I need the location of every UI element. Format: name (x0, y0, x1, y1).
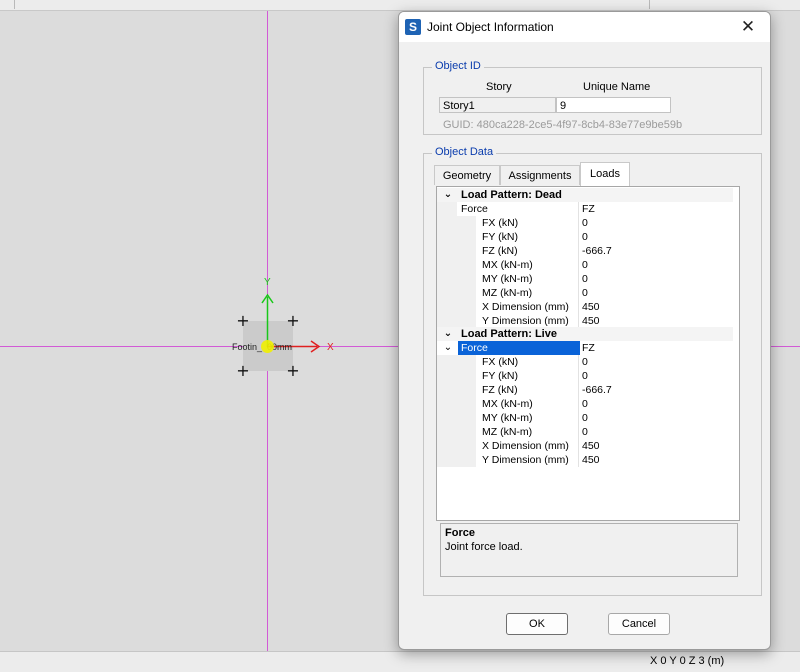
close-button[interactable]: ✕ (726, 12, 770, 42)
selected-joint-highlight[interactable] (261, 340, 274, 353)
property-row[interactable]: FZ (kN) -666.7 (437, 244, 733, 258)
coordinate-readout: X 0 Y 0 Z 3 (m) (650, 655, 725, 667)
description-text: Joint force load. (445, 541, 523, 553)
x-axis-label: X (327, 342, 334, 353)
section-header-dead[interactable]: ⌄ Load Pattern: Dead (437, 188, 733, 202)
property-row[interactable]: X Dimension (mm) 450 (437, 300, 733, 314)
properties-grid[interactable]: ⌄ Load Pattern: Dead Force FZ FX (kN) 0 F… (436, 186, 740, 521)
tab-assignments[interactable]: Assignments (500, 165, 580, 185)
app-logo-icon: S (405, 19, 421, 35)
y-axis-label: Y (264, 277, 271, 288)
property-row[interactable]: MZ (kN-m) 0 (437, 425, 733, 439)
property-row[interactable]: Y Dimension (mm) 450 (437, 314, 733, 328)
unique-name-field[interactable]: 9 (556, 97, 671, 113)
object-id-group-title: Object ID (432, 60, 484, 72)
object-data-group-title: Object Data (432, 146, 497, 158)
property-row[interactable]: MX (kN-m) 0 (437, 258, 733, 272)
cancel-button[interactable]: Cancel (608, 613, 670, 635)
property-row[interactable]: MY (kN-m) 0 (437, 411, 733, 425)
property-row[interactable]: X Dimension (mm) 450 (437, 439, 733, 453)
story-column-header: Story (486, 81, 512, 93)
property-row-force[interactable]: Force FZ (437, 202, 733, 216)
property-row[interactable]: Y Dimension (mm) 450 (437, 453, 733, 467)
ok-button[interactable]: OK (506, 613, 568, 635)
property-row[interactable]: MY (kN-m) 0 (437, 272, 733, 286)
dialog-titlebar[interactable]: S Joint Object Information ✕ (399, 12, 770, 42)
section-header-live[interactable]: ⌄ Load Pattern: Live (437, 327, 733, 341)
dialog-title: Joint Object Information (427, 20, 554, 34)
story-field: Story1 (439, 97, 556, 113)
property-description-panel: Force Joint force load. (440, 523, 738, 577)
property-row[interactable]: FX (kN) 0 (437, 355, 733, 369)
property-row[interactable]: MX (kN-m) 0 (437, 397, 733, 411)
guid-text: GUID: 480ca228-2ce5-4f97-8cb4-83e77e9be5… (443, 119, 683, 131)
toolbar-segment (0, 0, 15, 9)
property-row[interactable]: FY (kN) 0 (437, 369, 733, 383)
unique-name-column-header: Unique Name (583, 81, 651, 93)
toolbar-segment (15, 0, 650, 9)
status-bar: X 0 Y 0 Z 3 (m) (0, 651, 800, 672)
chevron-down-icon[interactable]: ⌄ (443, 327, 453, 341)
tab-geometry[interactable]: Geometry (434, 165, 500, 185)
description-title: Force (445, 527, 475, 539)
close-icon: ✕ (740, 17, 756, 37)
property-row-force-selected[interactable]: ⌄ Force FZ (437, 341, 733, 355)
joint-object-information-dialog: S Joint Object Information ✕ Object ID S… (398, 11, 771, 650)
chevron-down-icon[interactable]: ⌄ (443, 341, 453, 355)
chevron-down-icon[interactable]: ⌄ (443, 188, 453, 202)
tab-loads[interactable]: Loads (580, 162, 630, 186)
property-row[interactable]: FY (kN) 0 (437, 230, 733, 244)
property-row[interactable]: FX (kN) 0 (437, 216, 733, 230)
property-row[interactable]: MZ (kN-m) 0 (437, 286, 733, 300)
top-toolbar-strip (0, 0, 800, 11)
property-row[interactable]: FZ (kN) -666.7 (437, 383, 733, 397)
